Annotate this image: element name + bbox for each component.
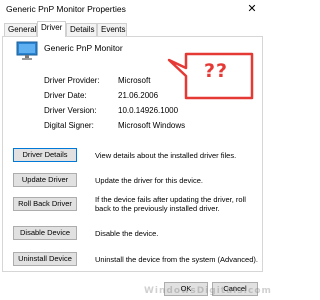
driver-provider-label: Driver Provider: xyxy=(44,76,100,85)
uninstall-device-button[interactable]: Uninstall Device xyxy=(13,252,77,266)
tab-details[interactable]: Details xyxy=(66,23,97,36)
driver-details-description: View details about the installed driver … xyxy=(95,151,237,160)
driver-version-label: Driver Version: xyxy=(44,106,97,115)
update-driver-description: Update the driver for this device. xyxy=(95,176,203,185)
driver-provider-value: Microsoft xyxy=(118,76,151,85)
digital-signer-label: Digital Signer: xyxy=(44,121,94,130)
roll-back-driver-button[interactable]: Roll Back Driver xyxy=(13,197,77,211)
digital-signer-value: Microsoft Windows xyxy=(118,121,186,130)
uninstall-device-description: Uninstall the device from the system (Ad… xyxy=(95,255,258,264)
driver-version-value: 10.0.14926.1000 xyxy=(118,106,179,115)
disable-device-description: Disable the device. xyxy=(95,229,159,238)
window-title: Generic PnP Monitor Properties xyxy=(6,4,126,14)
close-button[interactable]: ✕ xyxy=(239,0,265,18)
watermark: WindowsDigitals.com xyxy=(144,286,272,296)
tab-strip: General Driver Details Events xyxy=(0,21,265,37)
roll-back-driver-description: If the device fails after updating the d… xyxy=(95,195,246,213)
tab-driver[interactable]: Driver xyxy=(37,21,66,37)
driver-date-value: 21.06.2006 xyxy=(118,91,159,100)
callout-text: ?? xyxy=(203,60,229,82)
driver-details-button[interactable]: Driver Details xyxy=(13,148,77,162)
title-bar: Generic PnP Monitor Properties ✕ xyxy=(0,0,265,18)
monitor-icon xyxy=(16,41,38,60)
device-name: Generic PnP Monitor xyxy=(44,43,123,53)
disable-device-button[interactable]: Disable Device xyxy=(13,226,77,240)
update-driver-button[interactable]: Update Driver xyxy=(13,173,77,187)
tab-general[interactable]: General xyxy=(4,23,37,36)
tab-events[interactable]: Events xyxy=(97,23,127,36)
properties-dialog: Generic PnP Monitor Properties ✕ General… xyxy=(0,0,271,300)
driver-date-label: Driver Date: xyxy=(44,91,87,100)
